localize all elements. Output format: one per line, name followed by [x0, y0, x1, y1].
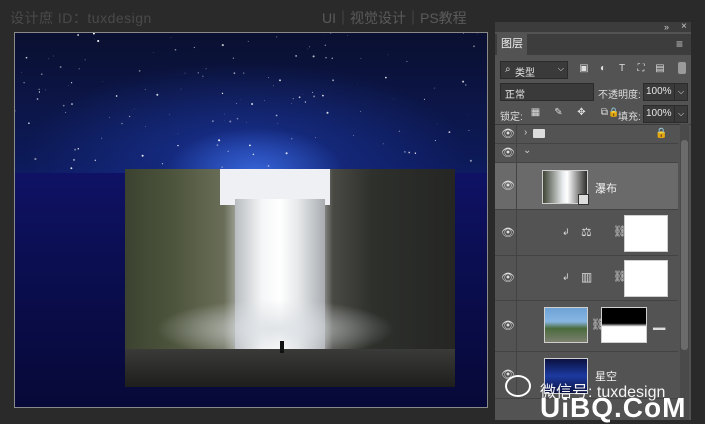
smart-object-badge-icon [578, 194, 589, 205]
layer-row-group-open[interactable]: 👁 ⌄ [495, 144, 678, 163]
tab-layers[interactable]: 图层 [497, 34, 527, 55]
eye-icon[interactable]: 👁 [501, 129, 513, 139]
eye-column-divider [516, 301, 517, 351]
collapse-panel-icon[interactable]: » [664, 22, 669, 32]
site-logo-watermark: UiBQ.CoM [540, 392, 686, 424]
clipping-mask-icon: ↲ [562, 227, 570, 238]
header-left-text: 设计庶 ID：tuxdesign [10, 8, 152, 28]
search-icon: ⌕ [505, 64, 511, 75]
type-filter-icon[interactable]: T [617, 63, 627, 74]
eye-icon[interactable]: 👁 [501, 148, 513, 158]
eye-column-divider [516, 256, 517, 300]
panel-titlebar [495, 22, 691, 32]
lock-label: 锁定: [500, 108, 523, 123]
layer-row-levels-adjustment[interactable]: 👁 ↲ ⚖ ⛓ [495, 210, 678, 256]
adjustment-filter-icon[interactable]: ◐ [598, 63, 608, 74]
fill-input[interactable]: 100% [643, 105, 675, 123]
layer-thumbnail [544, 307, 588, 343]
eye-column-divider [516, 210, 517, 255]
blend-mode-select[interactable]: 正常 ⌵ [500, 83, 594, 101]
layer-mask-thumbnail [601, 307, 647, 343]
lock-position-icon[interactable]: ✥ [576, 107, 587, 118]
waterfall-ground [125, 349, 455, 387]
chevron-down-icon: ⌵ [558, 64, 564, 74]
eye-column-divider [516, 163, 517, 209]
mask-options-icon: ▂▂ [653, 321, 665, 330]
eye-icon[interactable]: 👁 [501, 321, 513, 331]
lock-icon: 🔒 [655, 128, 667, 139]
shape-filter-icon[interactable]: ⛶ [636, 63, 646, 74]
scrollbar-thumb[interactable] [681, 140, 688, 350]
opacity-input[interactable]: 100% [643, 83, 675, 101]
waterfall-photo [125, 169, 455, 387]
lock-paint-icon[interactable]: ✎ [553, 107, 564, 118]
eye-column-divider [516, 144, 517, 162]
filter-toggle[interactable] [678, 62, 686, 74]
header-right-text: UI｜视觉设计｜PS教程 [322, 8, 467, 28]
layer-row-masked-image[interactable]: 👁 ⛓ ▂▂ [495, 301, 678, 352]
chevron-down-icon: ⌵ [505, 86, 589, 96]
opacity-chevron-icon[interactable]: ⌵ [674, 83, 688, 101]
chevron-down-icon[interactable]: ⌄ [523, 145, 531, 156]
eye-icon[interactable]: 👁 [501, 273, 513, 283]
levels-adjustment-icon: ⚖ [581, 225, 592, 239]
kind-filter-value: 类型 [515, 64, 535, 79]
layer-row-gradient-map-adjustment[interactable]: 👁 ↲ ▥ ⛓ [495, 256, 678, 301]
eye-column-divider [516, 125, 517, 143]
layer-name[interactable]: 瀑布 [595, 180, 617, 196]
layer-mask-thumbnail [624, 260, 668, 297]
fill-label: 填充: [618, 108, 641, 123]
layer-kind-filter-select[interactable]: ⌕ 类型 ⌵ [500, 61, 568, 79]
eye-icon[interactable]: 👁 [501, 228, 513, 238]
person-silhouette [280, 341, 284, 353]
layer-row-group[interactable]: 👁 › 🔒 [495, 125, 678, 144]
eye-icon[interactable]: 👁 [501, 181, 513, 191]
chevron-right-icon[interactable]: › [524, 127, 527, 138]
document-canvas[interactable] [14, 32, 488, 408]
wechat-icon [505, 375, 531, 397]
gradient-map-adjustment-icon: ▥ [581, 270, 592, 284]
close-icon[interactable]: × [681, 21, 687, 32]
lock-transparent-icon[interactable]: ▦ [530, 107, 541, 118]
clipping-mask-icon: ↲ [562, 272, 570, 283]
opacity-label: 不透明度: [598, 86, 641, 101]
panel-menu-icon[interactable]: ≡ [676, 37, 683, 51]
folder-icon [533, 129, 545, 138]
layer-mask-thumbnail [624, 215, 668, 252]
pixel-filter-icon[interactable]: ▣ [579, 63, 589, 74]
smart-object-filter-icon[interactable]: ▤ [655, 63, 665, 74]
fill-chevron-icon[interactable]: ⌵ [674, 105, 688, 123]
layer-row-waterfall[interactable]: 👁 瀑布 [495, 163, 678, 210]
